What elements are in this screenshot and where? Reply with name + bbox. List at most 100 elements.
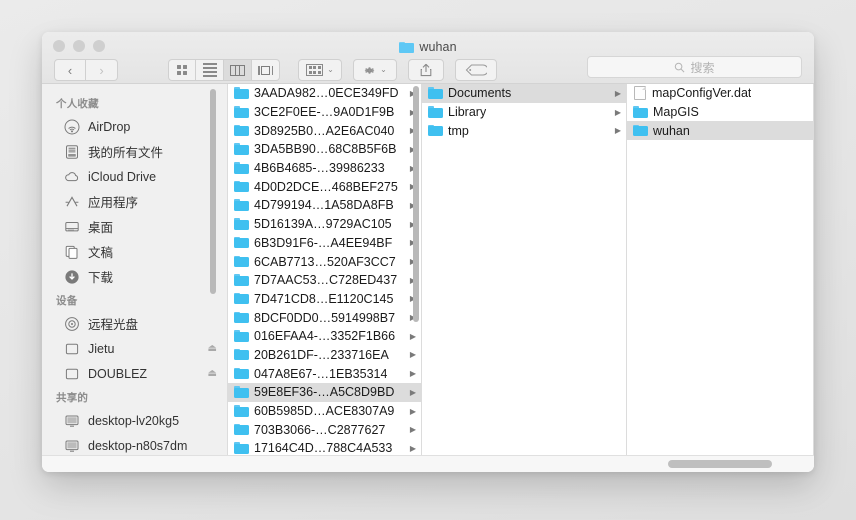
disclosure-arrow-icon[interactable]: ▶	[406, 388, 416, 397]
eject-icon[interactable]: ⏏	[208, 343, 217, 354]
file-name: 6CAB7713…520AF3CC7	[254, 254, 396, 269]
disclosure-arrow-icon[interactable]: ▶	[406, 444, 416, 453]
sidebar-item-[interactable]: 我的所有文件	[42, 139, 227, 164]
sidebar-item-desktop-lv20kg5[interactable]: desktop-lv20kg5	[42, 408, 227, 433]
file-row[interactable]: MapGIS	[627, 103, 813, 122]
chevron-left-icon: ‹	[67, 62, 73, 78]
disclosure-arrow-icon[interactable]: ▶	[406, 332, 416, 341]
file-row[interactable]: 6CAB7713…520AF3CC7▶	[228, 252, 421, 271]
file-row[interactable]: Library ▶	[422, 103, 626, 122]
hard-disk-icon	[64, 366, 80, 382]
search-field[interactable]: 搜索	[587, 56, 802, 78]
file-row[interactable]: 8DCF0DD0…5914998B7▶	[228, 308, 421, 327]
folder-icon	[234, 106, 249, 118]
sidebar-section-header: 设备	[56, 295, 78, 307]
file-row[interactable]: tmp ▶	[422, 121, 626, 140]
sidebar-item-label: 远程光盘	[88, 318, 139, 332]
file-row[interactable]: 3AADA982…0ECE349FD▶	[228, 84, 421, 103]
file-row[interactable]: 7D471CD8…E1120C145▶	[228, 290, 421, 309]
folder-icon	[234, 143, 249, 155]
sidebar-item-doublez[interactable]: DOUBLEZ ⏏	[42, 361, 227, 386]
share-button[interactable]	[408, 59, 444, 81]
folder-icon	[633, 124, 648, 137]
file-row[interactable]: 60B5985D…ACE8307A9 ▶	[228, 402, 421, 421]
sidebar-scrollbar[interactable]	[210, 89, 216, 294]
close-button[interactable]	[53, 40, 65, 52]
search-placeholder: 搜索	[690, 60, 715, 75]
file-row[interactable]: 047A8E67-…1EB35314 ▶	[228, 364, 421, 383]
sidebar-item-[interactable]: 下载	[42, 264, 227, 289]
horizontal-scrollbar-thumb[interactable]	[668, 460, 772, 468]
file-name: 7D471CD8…E1120C145	[254, 291, 394, 306]
file-row[interactable]: mapConfigVer.dat	[627, 84, 813, 103]
sidebar-item-label: 应用程序	[88, 196, 139, 210]
file-row[interactable]: 703B3066-…C2877627 ▶	[228, 420, 421, 439]
file-row[interactable]: 3DA5BB90…68C8B5F6B▶	[228, 140, 421, 159]
sidebar-item-desktop-n80s7dm[interactable]: desktop-n80s7dm	[42, 433, 227, 455]
file-row[interactable]: Documents ▶	[422, 84, 626, 103]
view-mode-buttons	[168, 59, 280, 81]
sidebar-item-label: desktop-n80s7dm	[88, 438, 188, 453]
file-row[interactable]: 6B3D91F6-…A4EE94BF▶	[228, 234, 421, 253]
disclosure-arrow-icon[interactable]: ▶	[406, 369, 416, 378]
minimize-button[interactable]	[73, 40, 85, 52]
chevron-right-icon: ›	[99, 62, 104, 78]
column-1-scrollbar[interactable]	[413, 86, 419, 322]
folder-icon	[428, 124, 443, 137]
action-menu-button[interactable]: ⌄	[353, 59, 397, 81]
disclosure-arrow-icon[interactable]: ▶	[406, 350, 416, 359]
sidebar-item-airdrop[interactable]: AirDrop	[42, 114, 227, 139]
back-button[interactable]: ‹	[54, 59, 86, 81]
disclosure-arrow-icon[interactable]: ▶	[406, 425, 416, 434]
disclosure-arrow-icon[interactable]: ▶	[611, 108, 621, 117]
horizontal-scrollbar-track[interactable]	[42, 455, 814, 472]
finder-toolbar: ‹ › ⌄ ⌄ 搜索	[42, 56, 814, 84]
file-name: 4D799194…1A58DA8FB	[254, 198, 394, 213]
disclosure-arrow-icon[interactable]: ▶	[611, 126, 621, 135]
disclosure-arrow-icon[interactable]: ▶	[406, 407, 416, 416]
desktop-icon	[65, 221, 79, 231]
file-name: 20B261DF-…233716EA	[254, 347, 389, 362]
hard-disk-icon	[65, 368, 79, 379]
traffic-light-buttons	[53, 40, 105, 52]
sidebar-item-label: desktop-lv20kg5	[88, 413, 180, 428]
file-row[interactable]: 20B261DF-…233716EA ▶	[228, 346, 421, 365]
folder-icon	[633, 106, 648, 118]
file-row[interactable]: 4B6B4685-…39986233▶	[228, 159, 421, 178]
folder-icon	[234, 405, 249, 417]
tag-button[interactable]	[455, 59, 497, 81]
file-row[interactable]: 59E8EF36-…A5C8D9BD ▶	[228, 383, 421, 402]
file-row[interactable]: 17164C4D…788C4A533 ▶	[228, 439, 421, 455]
folder-icon	[234, 330, 249, 342]
file-row[interactable]: 3D8925B0…A2E6AC040▶	[228, 121, 421, 140]
arrange-button[interactable]: ⌄	[298, 59, 342, 81]
disclosure-arrow-icon[interactable]: ▶	[611, 89, 621, 98]
icon-view-button[interactable]	[168, 59, 196, 81]
file-row[interactable]: 3CE2F0EE-…9A0D1F9B▶	[228, 103, 421, 122]
file-row[interactable]: 4D799194…1A58DA8FB▶	[228, 196, 421, 215]
sidebar-item-[interactable]: 远程光盘	[42, 311, 227, 336]
sidebar-item-jietu[interactable]: Jietu ⏏	[42, 336, 227, 361]
coverflow-view-button[interactable]	[252, 59, 280, 81]
file-row[interactable]: 7D7AAC53…C728ED437▶	[228, 271, 421, 290]
sidebar-item-[interactable]: 文稿	[42, 239, 227, 264]
list-view-button[interactable]	[196, 59, 224, 81]
all-files-icon	[66, 144, 78, 159]
file-row[interactable]: 4D0D2DCE…468BEF275▶	[228, 177, 421, 196]
zoom-button[interactable]	[93, 40, 105, 52]
sidebar-item-[interactable]: 应用程序	[42, 189, 227, 214]
chevron-down-icon: ⌄	[380, 65, 387, 74]
eject-icon[interactable]: ⏏	[208, 368, 217, 379]
file-row[interactable]: 016EFAA4-…3352F1B66 ▶	[228, 327, 421, 346]
hard-disk-icon	[65, 343, 79, 354]
file-row[interactable]: wuhan	[627, 121, 813, 141]
file-name: 016EFAA4-…3352F1B66	[254, 329, 396, 344]
sidebar-item-[interactable]: 桌面	[42, 214, 227, 239]
file-name: 3CE2F0EE-…9A0D1F9B	[254, 105, 395, 120]
sidebar: 个人收藏 AirDrop 我的所有文件 iCloud Drive 应用程序 桌面 文稿 下载设…	[42, 84, 228, 455]
column-view-button[interactable]	[224, 59, 252, 81]
forward-button[interactable]: ›	[86, 59, 118, 81]
folder-icon	[234, 87, 249, 99]
file-row[interactable]: 5D16139A…9729AC105▶	[228, 215, 421, 234]
sidebar-item-icloud-drive[interactable]: iCloud Drive	[42, 164, 227, 189]
